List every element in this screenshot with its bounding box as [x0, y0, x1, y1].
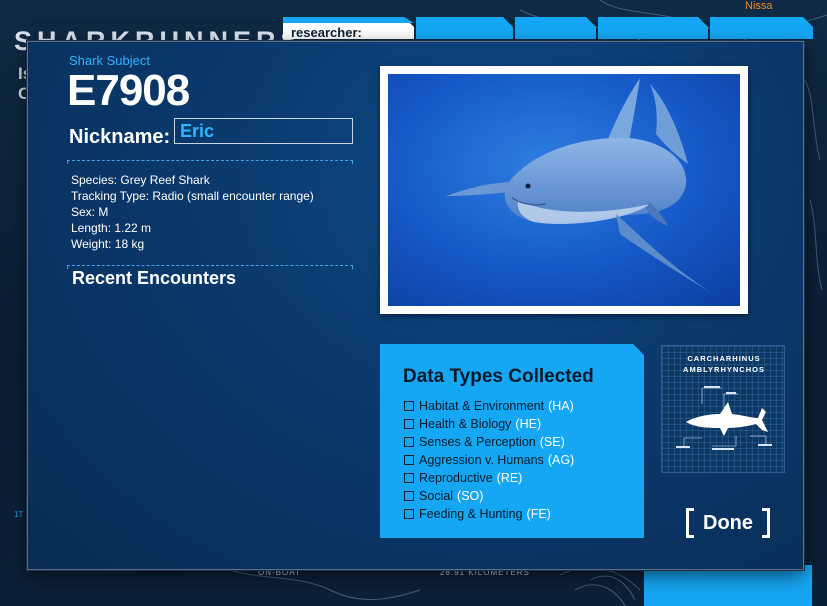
done-button[interactable]: Done	[684, 508, 772, 538]
shark-subject-dialog: Shark Subject E7908 Nickname: Species: G…	[27, 41, 804, 570]
weight-fact: Weight: 18 kg	[71, 237, 145, 251]
data-types-title: Data Types Collected	[403, 366, 594, 387]
data-type-habitat[interactable]: Habitat & Environment (HA)	[404, 397, 574, 415]
data-types-list: Habitat & Environment (HA) Health & Biol…	[404, 397, 574, 523]
divider	[67, 265, 353, 266]
length-fact: Length: 1.22 m	[71, 221, 152, 235]
tab-4[interactable]	[598, 17, 708, 39]
checkbox[interactable]	[404, 491, 414, 501]
shark-photo	[388, 74, 740, 306]
data-type-feeding[interactable]: Feeding & Hunting (FE)	[404, 505, 574, 523]
recent-encounters-title: Recent Encounters	[72, 268, 237, 288]
tab-3[interactable]	[515, 17, 596, 39]
shark-facts: Species: Grey Reef Shark Tracking Type: …	[71, 172, 314, 252]
background-side-glyph: 1T	[14, 510, 24, 519]
data-type-social[interactable]: Social (SO)	[404, 487, 574, 505]
checkbox[interactable]	[404, 419, 414, 429]
background-side-panel	[644, 565, 812, 606]
data-type-senses[interactable]: Senses & Perception (SE)	[404, 433, 574, 451]
species-diagram-card: CARCHARHINUS AMBLYRHYNCHOS	[661, 345, 785, 473]
data-type-health[interactable]: Health & Biology (HE)	[404, 415, 574, 433]
checkbox[interactable]	[404, 509, 414, 519]
checkbox[interactable]	[404, 437, 414, 447]
nickname-input[interactable]	[174, 118, 353, 144]
tracking-fact: Tracking Type: Radio (small encounter ra…	[71, 189, 314, 203]
bracket-left-icon	[686, 508, 694, 538]
tab-5[interactable]	[710, 17, 813, 39]
checkbox[interactable]	[404, 455, 414, 465]
checkbox[interactable]	[404, 401, 414, 411]
data-types-card: Data Types Collected Habitat & Environme…	[380, 344, 644, 538]
bracket-right-icon	[762, 508, 770, 538]
background-user-name: Nissa	[745, 0, 773, 12]
nickname-label: Nickname:	[69, 126, 171, 148]
subject-id: E7908	[67, 66, 190, 115]
checkbox[interactable]	[404, 473, 414, 483]
tab-researcher-stripe	[283, 17, 414, 23]
divider	[67, 160, 353, 161]
species-fact: Species: Grey Reef Shark	[71, 173, 210, 187]
sex-fact: Sex: M	[71, 205, 109, 219]
shark-silhouette-icon	[676, 386, 772, 450]
data-type-aggression[interactable]: Aggression v. Humans (AG)	[404, 451, 574, 469]
tab-2[interactable]	[416, 17, 513, 39]
data-type-reproductive[interactable]: Reproductive (RE)	[404, 469, 574, 487]
shark-photo-frame	[380, 66, 748, 314]
